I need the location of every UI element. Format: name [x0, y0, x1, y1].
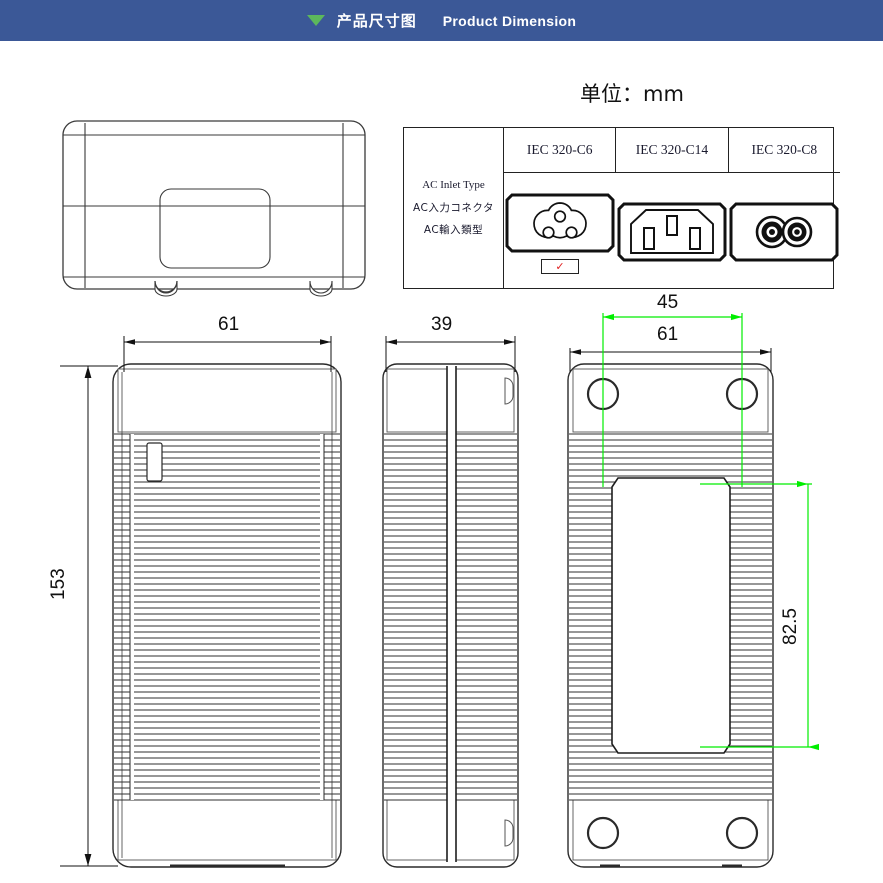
side-view [382, 363, 519, 868]
dimension-label-bottom-width: 61 [657, 324, 679, 345]
perspective-end-view [62, 120, 366, 297]
dimension-drawing-page: 产品尺寸图 Product Dimension 单位：mm AC Inlet T… [0, 0, 883, 883]
label-recess [611, 477, 731, 754]
dimension-label-hole-pitch-y: 82.5 [780, 608, 801, 645]
front-view [112, 363, 342, 868]
dimension-label-front-width: 61 [218, 314, 240, 335]
dimension-label-side-depth: 39 [431, 314, 453, 335]
technical-drawing-canvas [60, 120, 819, 868]
led-slot [146, 442, 163, 482]
mounting-hole-bl [586, 816, 620, 850]
dimension-label-hole-pitch-x: 45 [657, 292, 679, 313]
dimension-body-height [60, 365, 118, 867]
dimension-label-body-height: 153 [48, 568, 69, 600]
mounting-hole-br [725, 816, 759, 850]
